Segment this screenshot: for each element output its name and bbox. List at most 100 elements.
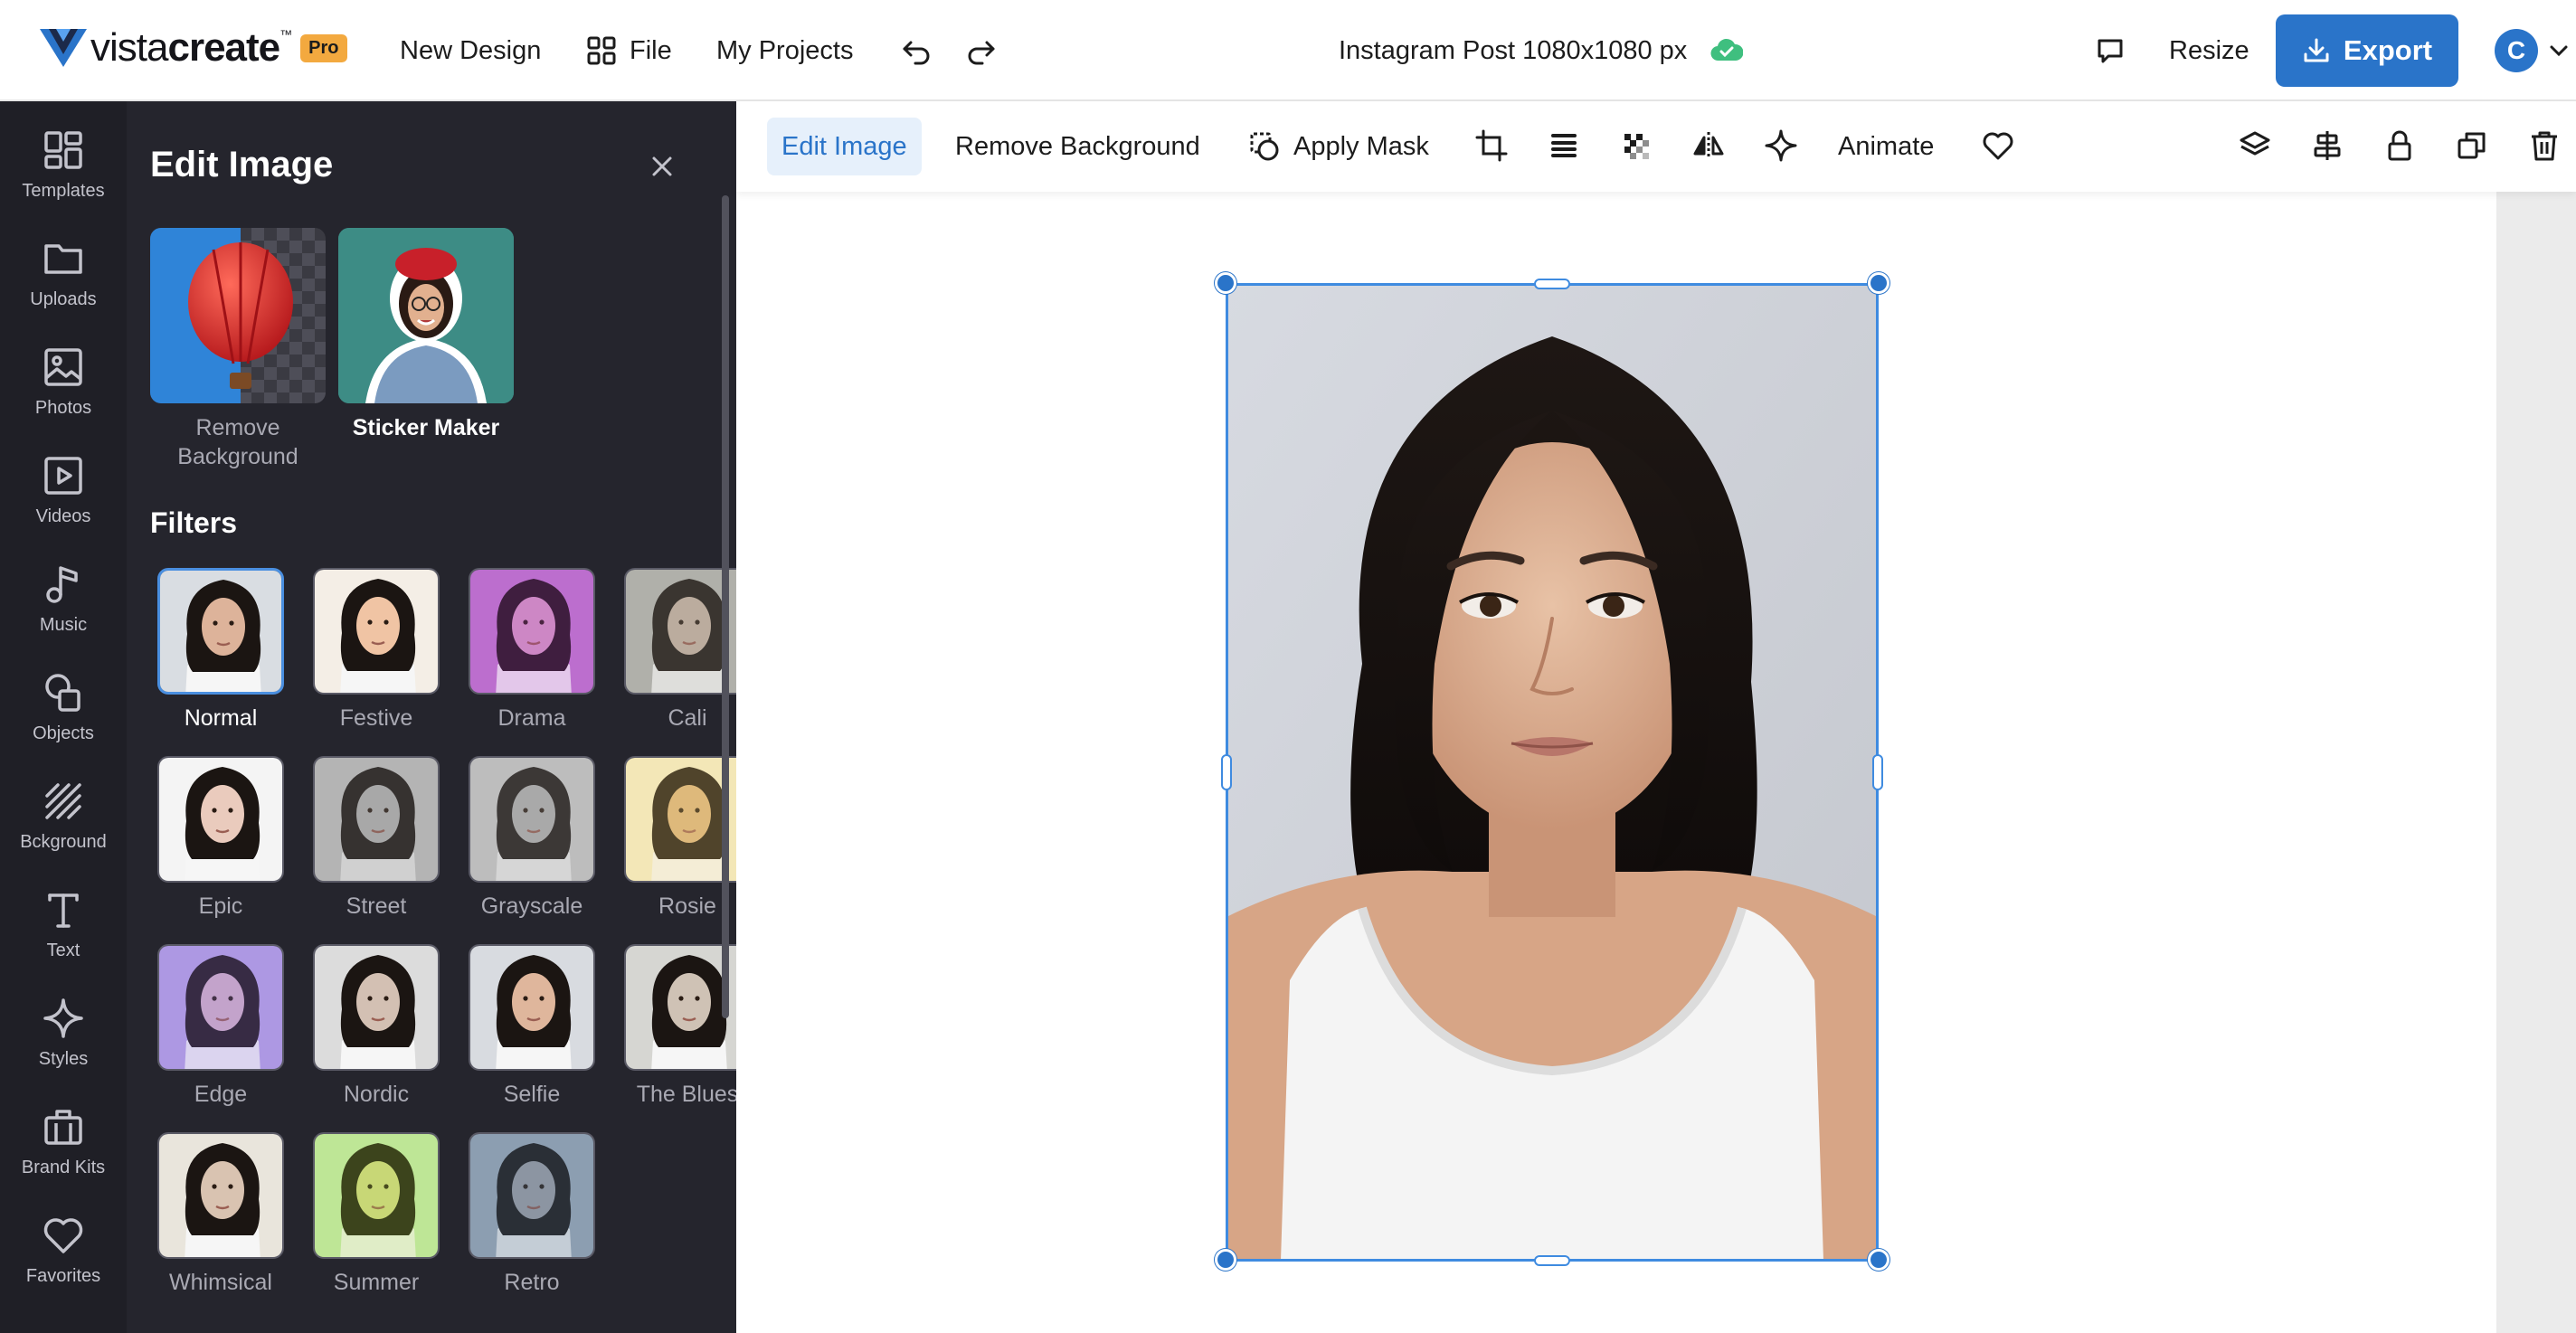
my-projects-button[interactable]: My Projects (716, 24, 853, 78)
resize-handle-bottom-left[interactable] (1215, 1249, 1236, 1271)
resize-button[interactable]: Resize (2169, 24, 2249, 78)
resize-handle-top-left[interactable] (1215, 272, 1236, 294)
sidebar-item-label: Photos (34, 398, 92, 418)
sticker-maker-tool-card[interactable] (338, 228, 514, 403)
animate-button[interactable]: Animate (1838, 118, 1934, 175)
filter-thumbnail[interactable] (469, 944, 595, 1071)
filter-preview-image (470, 1134, 593, 1257)
filter-thumbnail[interactable] (469, 568, 595, 695)
filter-preview-image (160, 571, 281, 692)
filter-thumbnail[interactable] (624, 568, 751, 695)
trash-icon[interactable] (2527, 128, 2562, 163)
layers-icon[interactable] (2238, 128, 2272, 163)
sidebar-item-objects[interactable]: Objects (0, 644, 127, 752)
export-button[interactable]: Export (2276, 14, 2458, 87)
sidebar-item-music[interactable]: Music (0, 535, 127, 644)
filter-label: Whimsical (169, 1270, 272, 1295)
undo-button[interactable] (901, 24, 932, 78)
workspace-right-margin (2496, 192, 2576, 1333)
filter-label: Nordic (343, 1082, 410, 1107)
filter-thumbnail[interactable] (157, 756, 284, 883)
undo-icon (903, 41, 930, 65)
filter-preview-image (626, 946, 749, 1069)
sidebar-item-videos[interactable]: Videos (0, 427, 127, 535)
filter-thumbnail[interactable] (313, 944, 440, 1071)
close-icon[interactable] (646, 150, 678, 183)
lock-icon[interactable] (2382, 128, 2417, 163)
favorite-heart-icon[interactable] (1981, 128, 2015, 163)
comments-button[interactable] (2095, 24, 2126, 78)
sidebar-item-label: Bckground (20, 832, 107, 852)
background-stripes-icon (45, 783, 81, 819)
logo-wordmark: vistacreate™ (90, 28, 292, 68)
redo-button[interactable] (966, 24, 997, 78)
edit-image-panel: Edit Image Remove Background Sticker Mak… (127, 101, 751, 1333)
heart-icon (43, 1218, 83, 1253)
filter-thumbnail[interactable] (469, 1132, 595, 1259)
crop-icon[interactable] (1474, 128, 1509, 163)
left-sidebar: Templates Uploads Photos Videos Music Ob… (0, 101, 127, 1333)
sidebar-item-favorites[interactable]: Favorites (0, 1186, 127, 1295)
user-avatar[interactable]: C (2495, 29, 2538, 72)
filter-thumbnail[interactable] (624, 944, 751, 1071)
filter-preview-image (159, 946, 282, 1069)
shapes-icon (45, 674, 80, 712)
sidebar-item-styles[interactable]: Styles (0, 969, 127, 1078)
resize-handle-top[interactable] (1534, 279, 1570, 289)
new-design-button[interactable]: New Design (400, 24, 541, 78)
sidebar-item-templates[interactable]: Templates (0, 101, 127, 210)
apply-mask-button[interactable]: Apply Mask (1248, 118, 1429, 175)
sidebar-item-background[interactable]: Bckground (0, 752, 127, 861)
sidebar-item-brand-kits[interactable]: Brand Kits (0, 1078, 127, 1186)
filter-label: Festive (339, 705, 413, 731)
sidebar-item-label: Music (39, 615, 88, 635)
resize-handle-right[interactable] (1872, 754, 1883, 790)
sidebar-item-text[interactable]: Text (0, 861, 127, 969)
filter-thumbnail[interactable] (624, 756, 751, 883)
transparency-icon[interactable] (1619, 128, 1653, 163)
briefcase-icon (44, 1110, 82, 1145)
mask-icon (1250, 132, 1279, 161)
align-icon[interactable] (2310, 128, 2344, 163)
text-t-icon (48, 893, 79, 928)
sparkle-effects-icon[interactable] (1764, 128, 1798, 163)
redo-icon (968, 41, 995, 65)
filter-thumbnail[interactable] (157, 944, 284, 1071)
edit-image-button[interactable]: Edit Image (767, 118, 922, 175)
resize-handle-left[interactable] (1221, 754, 1232, 790)
document-title-text: Instagram Post 1080x1080 px (1339, 35, 1688, 65)
sidebar-item-uploads[interactable]: Uploads (0, 210, 127, 318)
resize-handle-bottom[interactable] (1534, 1255, 1570, 1266)
filter-thumbnail[interactable] (313, 756, 440, 883)
new-design-label: New Design (400, 35, 542, 65)
filter-preview-image (159, 1134, 282, 1257)
filter-thumbnail[interactable] (157, 1132, 284, 1259)
vistacreate-logo[interactable]: vistacreate™ Pro (40, 27, 347, 69)
remove-background-button[interactable]: Remove Background (955, 118, 1200, 175)
document-title[interactable]: Instagram Post 1080x1080 px (1339, 24, 1744, 78)
grid-icon (587, 36, 616, 65)
filter-preview-image (315, 946, 438, 1069)
sidebar-item-label: Uploads (30, 289, 97, 309)
app-window: vistacreate™ Pro New Design File My Proj… (0, 0, 2576, 1333)
filter-thumbnail[interactable] (469, 756, 595, 883)
resize-handle-top-right[interactable] (1868, 272, 1889, 294)
panel-scrollbar[interactable] (722, 195, 729, 1018)
sidebar-item-label: Objects (33, 723, 94, 743)
cloud-saved-icon (1710, 38, 1744, 61)
adjust-lines-icon[interactable] (1547, 128, 1581, 163)
sidebar-item-label: Text (46, 941, 80, 960)
filter-thumbnail[interactable] (313, 568, 440, 695)
filter-thumbnail[interactable] (313, 1132, 440, 1259)
duplicate-icon[interactable] (2455, 128, 2489, 163)
balloon-thumbnail-icon (150, 228, 326, 403)
photo-icon (44, 348, 82, 386)
filter-thumbnail[interactable] (157, 568, 284, 695)
sidebar-item-photos[interactable]: Photos (0, 318, 127, 427)
resize-handle-bottom-right[interactable] (1868, 1249, 1889, 1271)
flip-icon[interactable] (1691, 128, 1726, 163)
file-menu-button[interactable]: File (586, 24, 672, 78)
sidebar-item-label: Videos (35, 506, 91, 526)
chevron-down-icon[interactable] (2549, 42, 2569, 60)
remove-background-tool-card[interactable] (150, 228, 326, 403)
